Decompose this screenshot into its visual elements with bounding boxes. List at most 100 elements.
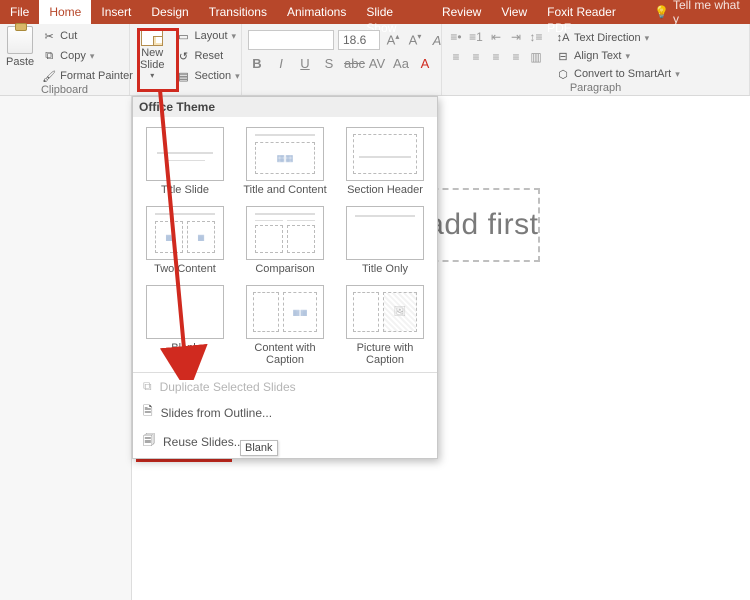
- layout-content-caption[interactable]: ▦▦ Content with Caption: [241, 285, 329, 366]
- layout-label: Layout: [194, 30, 227, 42]
- font-group-label: [248, 93, 435, 95]
- layout-title-content-label: Title and Content: [243, 184, 326, 196]
- scissors-icon: ✂: [42, 29, 56, 43]
- paragraph-group-label: Paragraph: [448, 82, 743, 96]
- new-slide-button[interactable]: New Slide ▾: [136, 26, 168, 83]
- text-direction-label: Text Direction: [574, 32, 641, 44]
- shadow-button[interactable]: S: [320, 56, 338, 71]
- italic-button[interactable]: I: [272, 56, 290, 71]
- new-slide-gallery: Office Theme Title Slide ▦▦ Title and Co…: [132, 96, 438, 459]
- ribbon-tabs: File Home Insert Design Transitions Anim…: [0, 0, 750, 24]
- decrease-font-icon[interactable]: A▾: [406, 32, 424, 47]
- tab-file[interactable]: File: [0, 0, 39, 24]
- tell-me-search[interactable]: 💡 Tell me what y: [646, 0, 750, 24]
- change-case-button[interactable]: Aa: [392, 56, 410, 71]
- new-slide-icon: [141, 28, 163, 46]
- layout-comparison[interactable]: Comparison: [241, 206, 329, 275]
- align-center-icon[interactable]: ≡: [468, 50, 484, 64]
- strike-button[interactable]: abc: [344, 56, 362, 71]
- chevron-down-icon: ▾: [150, 72, 154, 81]
- lightbulb-icon: 💡: [654, 5, 669, 19]
- layout-two-content-label: Two Content: [154, 263, 216, 275]
- clipboard-icon: [7, 26, 33, 54]
- gallery-title: Office Theme: [133, 97, 437, 117]
- reset-button[interactable]: ↺Reset: [174, 48, 241, 64]
- font-family-select[interactable]: [248, 30, 334, 50]
- group-paragraph: ≡• ≡1 ⇤ ⇥ ↕≡ ≡ ≡ ≡ ≡ ▥ ↕AText Direction▾…: [442, 24, 750, 95]
- layout-picture-caption-label: Picture with Caption: [357, 342, 414, 366]
- new-slide-label: New Slide: [140, 47, 164, 71]
- bold-button[interactable]: B: [248, 56, 266, 71]
- numbering-icon[interactable]: ≡1: [468, 30, 484, 44]
- align-right-icon[interactable]: ≡: [488, 50, 504, 64]
- section-label: Section: [194, 70, 231, 82]
- layout-picture-caption[interactable]: 🖼 Picture with Caption: [341, 285, 429, 366]
- align-text-button[interactable]: ⊟Align Text▾: [554, 48, 682, 64]
- reset-icon: ↺: [176, 49, 190, 63]
- line-spacing-icon[interactable]: ↕≡: [528, 30, 544, 44]
- tab-view[interactable]: View: [491, 0, 537, 24]
- blank-tooltip: Blank: [240, 440, 278, 456]
- duplicate-icon: ⧉: [143, 379, 152, 394]
- tab-review[interactable]: Review: [432, 0, 491, 24]
- format-painter-button[interactable]: 🖌Format Painter: [40, 68, 135, 84]
- layout-blank[interactable]: Blank: [141, 285, 229, 366]
- reuse-icon: 🗐: [143, 431, 155, 452]
- format-painter-label: Format Painter: [60, 70, 133, 82]
- paste-label: Paste: [6, 56, 34, 68]
- layout-title-content[interactable]: ▦▦ Title and Content: [241, 127, 329, 196]
- tab-animations[interactable]: Animations: [277, 0, 356, 24]
- layout-blank-label: Blank: [171, 342, 199, 354]
- text-direction-button[interactable]: ↕AText Direction▾: [554, 30, 682, 46]
- slide-thumbnails-panel[interactable]: [0, 96, 132, 600]
- copy-button[interactable]: ⧉Copy▾: [40, 48, 135, 64]
- outline-icon: 🗎: [143, 402, 153, 423]
- indent-increase-icon[interactable]: ⇥: [508, 30, 524, 44]
- section-button[interactable]: ▤Section▾: [174, 68, 241, 84]
- slides-from-outline-label: Slides from Outline...: [161, 406, 272, 420]
- layout-content-caption-label: Content with Caption: [254, 342, 315, 366]
- bullets-icon[interactable]: ≡•: [448, 30, 464, 44]
- tab-foxit[interactable]: Foxit Reader PDF: [537, 0, 646, 24]
- text-direction-icon: ↕A: [556, 31, 570, 45]
- tab-home[interactable]: Home: [39, 0, 91, 24]
- paste-button[interactable]: Paste: [6, 26, 34, 68]
- font-color-button[interactable]: A: [416, 56, 434, 71]
- tab-design[interactable]: Design: [141, 0, 198, 24]
- cut-button[interactable]: ✂ Cut: [40, 28, 135, 44]
- smartart-label: Convert to SmartArt: [574, 68, 671, 80]
- align-text-icon: ⊟: [556, 49, 570, 63]
- slides-from-outline-menu[interactable]: 🗎 Slides from Outline...: [143, 402, 427, 423]
- font-size-select[interactable]: 18.6: [338, 30, 380, 50]
- layout-title-slide-label: Title Slide: [161, 184, 209, 196]
- copy-icon: ⧉: [42, 49, 56, 63]
- slides-group-label: [136, 93, 235, 95]
- cut-label: Cut: [60, 30, 77, 42]
- layout-title-only[interactable]: Title Only: [341, 206, 429, 275]
- layout-button[interactable]: ▭Layout▾: [174, 28, 241, 44]
- tab-slideshow[interactable]: Slide Show: [356, 0, 432, 24]
- font-size-value: 18.6: [343, 33, 366, 47]
- columns-icon[interactable]: ▥: [528, 50, 544, 64]
- smartart-button[interactable]: ⬡Convert to SmartArt▾: [554, 66, 682, 82]
- indent-decrease-icon[interactable]: ⇤: [488, 30, 504, 44]
- char-spacing-button[interactable]: AV: [368, 56, 386, 71]
- layout-section-header[interactable]: Section Header: [341, 127, 429, 196]
- duplicate-slides-menu: ⧉Duplicate Selected Slides: [143, 379, 427, 394]
- layout-section-header-label: Section Header: [347, 184, 423, 196]
- reuse-slides-menu[interactable]: 🗐Reuse Slides...: [143, 431, 427, 452]
- tab-insert[interactable]: Insert: [91, 0, 141, 24]
- align-left-icon[interactable]: ≡: [448, 50, 464, 64]
- ribbon-home: Paste ✂Cut ⧉Copy▾ 🖌Format Painter Clipbo…: [0, 24, 750, 96]
- group-clipboard: Paste ✂Cut ⧉Copy▾ 🖌Format Painter Clipbo…: [0, 24, 130, 95]
- tab-transitions[interactable]: Transitions: [199, 0, 277, 24]
- group-slides: New Slide ▾ ▭Layout▾ ↺Reset ▤ Section ▾: [130, 24, 242, 95]
- smartart-icon: ⬡: [556, 67, 570, 81]
- layout-title-slide[interactable]: Title Slide: [141, 127, 229, 196]
- layout-title-only-label: Title Only: [362, 263, 408, 275]
- increase-font-icon[interactable]: A▴: [384, 32, 402, 47]
- underline-button[interactable]: U: [296, 56, 314, 71]
- justify-icon[interactable]: ≡: [508, 50, 524, 64]
- section-icon: ▤: [176, 69, 190, 83]
- layout-two-content[interactable]: ▦▦ Two Content: [141, 206, 229, 275]
